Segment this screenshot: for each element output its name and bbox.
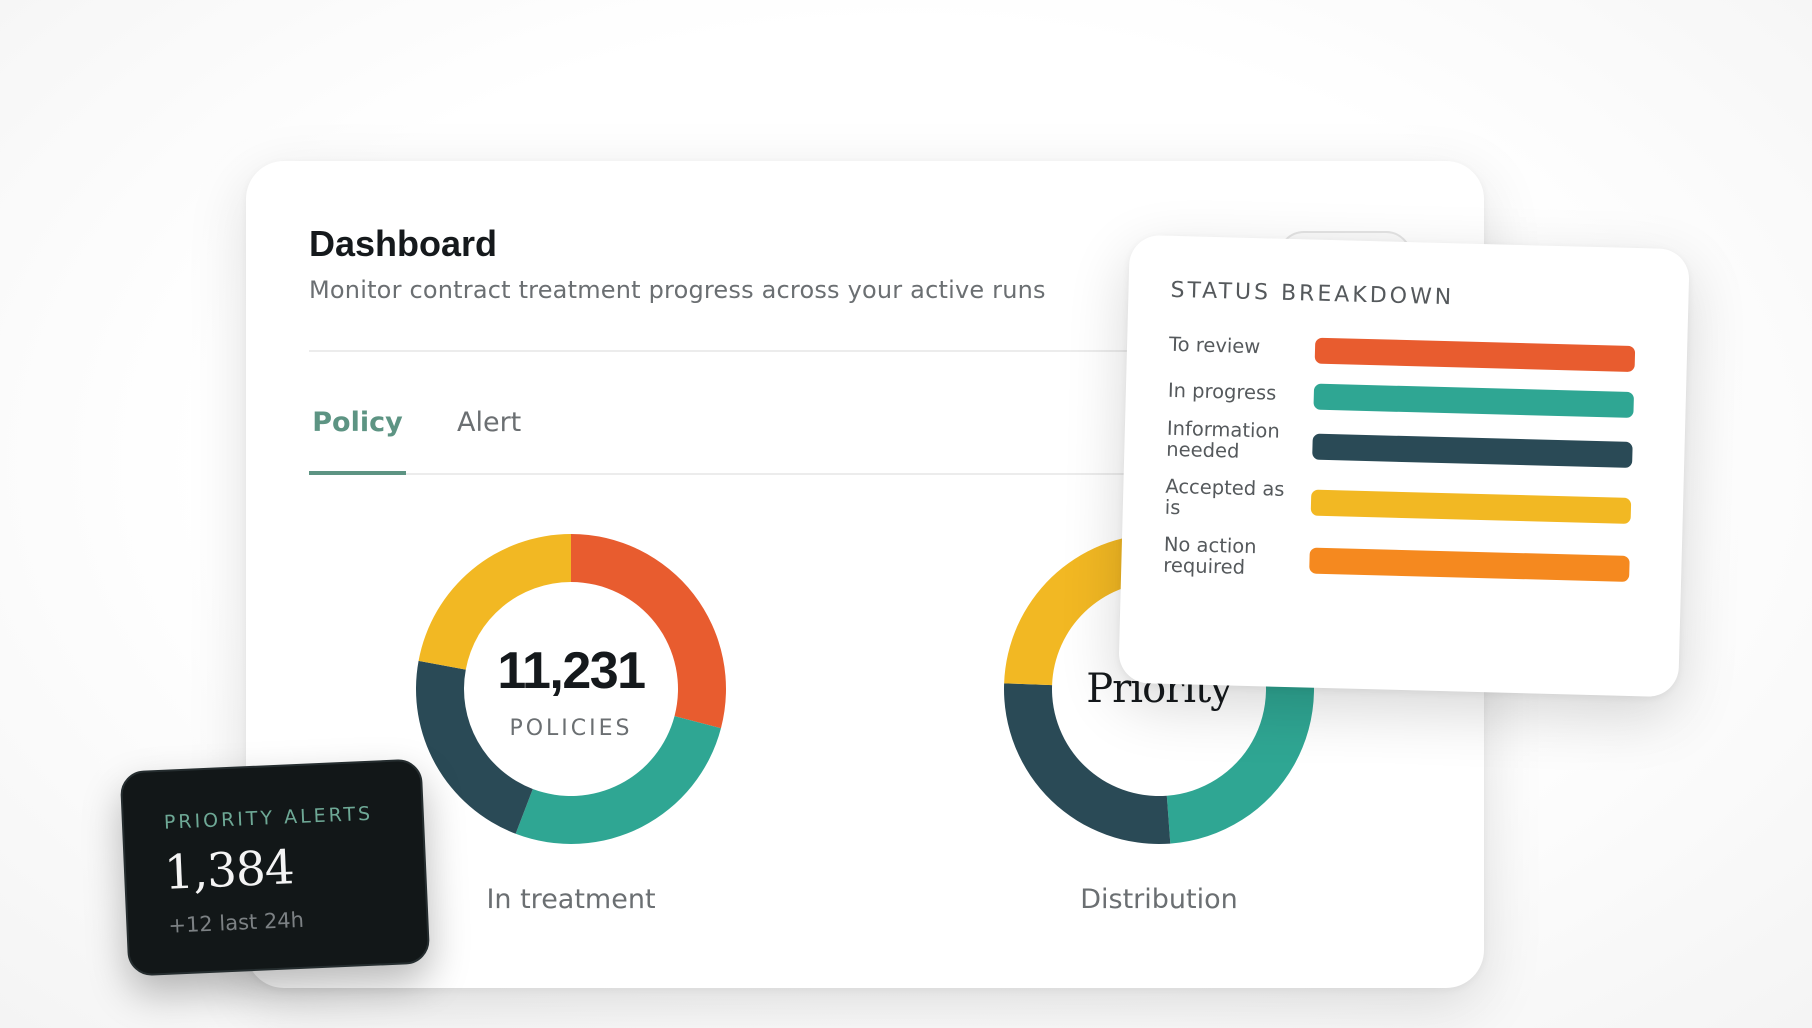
page-subtitle: Monitor contract treatment progress acro…	[309, 276, 1046, 304]
status-bar	[1310, 489, 1632, 524]
status-label: In progress	[1167, 378, 1277, 405]
status-label: To review	[1168, 332, 1261, 359]
status-label: Accepted as is	[1164, 474, 1285, 520]
priority-alerts-card[interactable]: PRIORITY ALERTS 1,384 +12 last 24h	[119, 758, 431, 977]
status-label: Information needed	[1166, 416, 1281, 463]
treatment-total-value: 11,231	[497, 642, 646, 700]
status-bar	[1312, 433, 1633, 468]
tab-alert[interactable]: Alert	[457, 397, 521, 471]
treatment-total-unit: POLICIES	[509, 716, 633, 741]
status-breakdown-title: STATUS BREAKDOWN	[1170, 277, 1455, 311]
page-title: Dashboard	[309, 223, 498, 264]
stage: Dashboard Monitor contract treatment pro…	[0, 0, 1812, 1028]
treatment-chart-caption: In treatment	[486, 884, 656, 915]
priority-alerts-value: 1,384	[162, 840, 295, 901]
status-label: No action required	[1163, 532, 1257, 579]
status-bar	[1309, 547, 1630, 582]
tab-policy[interactable]: Policy	[309, 397, 406, 475]
status-bar	[1314, 337, 1636, 373]
status-breakdown-card: STATUS BREAKDOWN To review In progress I…	[1118, 234, 1690, 698]
status-row-no-action-required: No action required	[1163, 532, 1642, 602]
distribution-chart-caption: Distribution	[1080, 884, 1238, 915]
priority-alerts-delta: +12 last 24h	[167, 907, 305, 938]
priority-alerts-title: PRIORITY ALERTS	[163, 802, 374, 834]
